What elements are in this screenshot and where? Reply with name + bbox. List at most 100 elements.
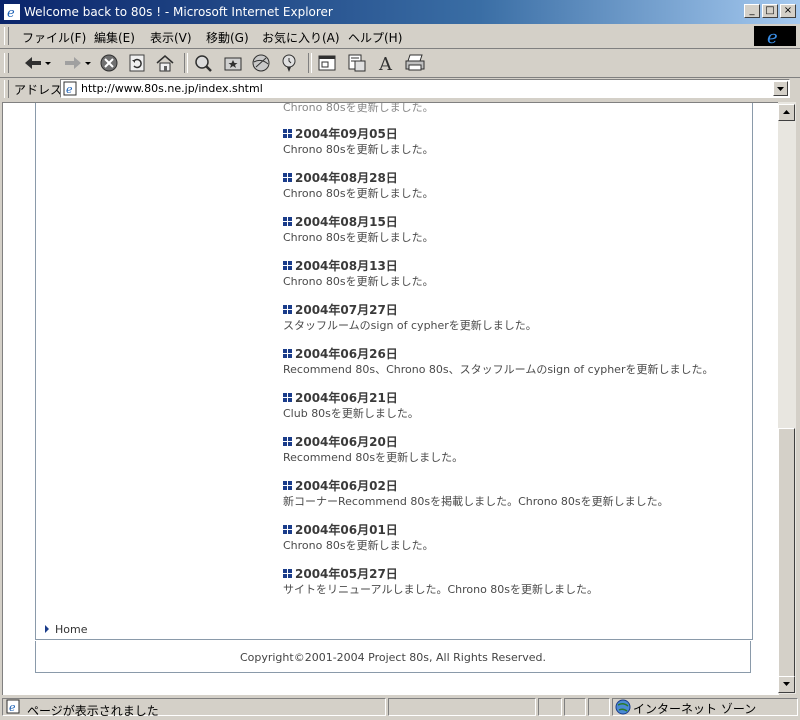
svg-text:e: e <box>7 6 15 20</box>
news-date: 2004年06月26日 <box>283 345 398 361</box>
status-panel <box>588 698 610 716</box>
news-date: 2004年08月13日 <box>283 257 398 273</box>
status-message-panel: e ページが表示されました <box>2 698 386 718</box>
scroll-down-button[interactable] <box>778 676 795 693</box>
stop-icon <box>100 54 118 72</box>
menu-help[interactable]: ヘルプ(H) <box>348 29 402 46</box>
history-button[interactable] <box>278 52 300 74</box>
news-date: 2004年06月20日 <box>283 433 398 449</box>
grid-bullet-icon <box>283 481 293 491</box>
news-text: Chrono 80sを更新しました。 <box>283 275 434 288</box>
print-button[interactable] <box>404 52 426 74</box>
copyright-text: Copyright©2001-2004 Project 80s, All Rig… <box>239 651 547 664</box>
news-date: 2004年08月15日 <box>283 213 398 229</box>
media-icon <box>252 54 270 72</box>
grid-bullet-icon <box>283 129 293 139</box>
font-button[interactable]: A <box>376 52 398 74</box>
news-date: 2004年06月02日 <box>283 477 398 493</box>
page-viewport: Chrono 80sを更新しました。 2004年09月05日 Chrono 80… <box>2 102 779 695</box>
stop-button[interactable] <box>98 52 120 74</box>
news-text: 新コーナーRecommend 80sを掲載しました。Chrono 80sを更新し… <box>283 495 669 508</box>
news-date: 2004年05月27日 <box>283 565 398 581</box>
news-text: Recommend 80s、Chrono 80s、スタッフルームのsign of… <box>283 363 714 376</box>
close-button[interactable]: × <box>780 4 796 18</box>
news-date: 2004年08月28日 <box>283 169 398 185</box>
news-text: Chrono 80sを更新しました。 <box>283 143 434 156</box>
grid-bullet-icon <box>283 217 293 227</box>
news-date: 2004年06月01日 <box>283 521 398 537</box>
status-message: ページが表示されました <box>27 704 159 718</box>
ie-throbber-logo: e <box>754 26 796 48</box>
mail-button[interactable] <box>346 52 368 74</box>
page-icon: e <box>63 81 77 96</box>
security-zone-text: インターネット ゾーン <box>633 702 757 716</box>
grid-bullet-icon <box>283 173 293 183</box>
media-button[interactable] <box>250 52 272 74</box>
grid-bullet-icon <box>283 305 293 315</box>
menu-edit[interactable]: 編集(E) <box>94 29 135 46</box>
svg-text:e: e <box>66 83 73 96</box>
address-label: アドレス <box>14 83 63 97</box>
chevron-down-icon <box>777 87 784 91</box>
news-text: Chrono 80sを更新しました。 <box>283 539 434 552</box>
status-panel <box>538 698 562 716</box>
minimize-button[interactable]: _ <box>744 4 760 18</box>
refresh-icon <box>129 54 145 72</box>
favorites-button[interactable] <box>222 52 244 74</box>
address-field[interactable]: e http://www.80s.ne.jp/index.shtml <box>60 79 790 98</box>
back-button[interactable] <box>22 52 54 74</box>
news-text: Recommend 80sを更新しました。 <box>283 451 464 464</box>
title-bar: e Welcome back to 80s ! - Microsoft Inte… <box>0 0 800 24</box>
window-icon <box>318 55 336 71</box>
scroll-up-button[interactable] <box>778 104 795 121</box>
grid-bullet-icon <box>283 349 293 359</box>
maximize-button[interactable]: □ <box>762 4 778 18</box>
font-size-icon: A <box>378 54 393 73</box>
toolbar: A <box>0 49 800 78</box>
news-text: Chrono 80sを更新しました。 <box>283 187 434 200</box>
search-button[interactable] <box>192 52 214 74</box>
address-dropdown-button[interactable] <box>773 81 788 96</box>
forward-button[interactable] <box>62 52 94 74</box>
menu-file[interactable]: ファイル(F) <box>22 29 86 46</box>
printer-icon <box>405 54 425 71</box>
news-date: 2004年07月27日 <box>283 301 398 317</box>
history-icon <box>282 54 296 72</box>
svg-text:A: A <box>378 54 393 73</box>
menu-view[interactable]: 表示(V) <box>150 29 192 46</box>
status-progress-panel <box>388 698 536 716</box>
grid-bullet-icon <box>283 569 293 579</box>
scrollbar-thumb[interactable] <box>778 428 795 680</box>
news-text: スタッフルームのsign of cypherを更新しました。 <box>283 319 537 332</box>
home-link[interactable]: Home <box>45 623 87 636</box>
news-text: Club 80sを更新しました。 <box>283 407 419 420</box>
vertical-scrollbar[interactable] <box>778 102 796 694</box>
home-icon <box>156 55 174 72</box>
mail-icon <box>348 54 366 72</box>
fullscreen-button[interactable] <box>316 52 338 74</box>
status-panel <box>564 698 586 716</box>
search-icon <box>195 55 212 72</box>
grid-bullet-icon <box>283 393 293 403</box>
address-url[interactable]: http://www.80s.ne.jp/index.shtml <box>81 82 263 95</box>
svg-text:e: e <box>9 701 16 714</box>
toolbar-separator <box>184 53 188 73</box>
toolbar-separator <box>308 53 312 73</box>
security-zone-panel: インターネット ゾーン <box>612 698 798 716</box>
menu-go[interactable]: 移動(G) <box>206 29 249 46</box>
news-date: 2004年06月21日 <box>283 389 398 405</box>
grid-bullet-icon <box>283 525 293 535</box>
menu-grip <box>4 27 9 45</box>
chevron-up-icon <box>783 110 790 114</box>
home-button[interactable] <box>154 52 176 74</box>
refresh-button[interactable] <box>126 52 148 74</box>
ie-window-icon: e <box>4 4 20 20</box>
triangle-right-icon <box>45 625 49 633</box>
status-bar: e ページが表示されました インターネット ゾーン <box>0 696 800 720</box>
forward-arrow-icon <box>65 57 91 69</box>
menu-favorites[interactable]: お気に入り(A) <box>262 29 340 46</box>
window-title: Welcome back to 80s ! - Microsoft Intern… <box>24 5 333 19</box>
news-text-cutoff: Chrono 80sを更新しました。 <box>283 102 434 114</box>
grid-bullet-icon <box>283 261 293 271</box>
news-date: 2004年09月05日 <box>283 125 398 141</box>
